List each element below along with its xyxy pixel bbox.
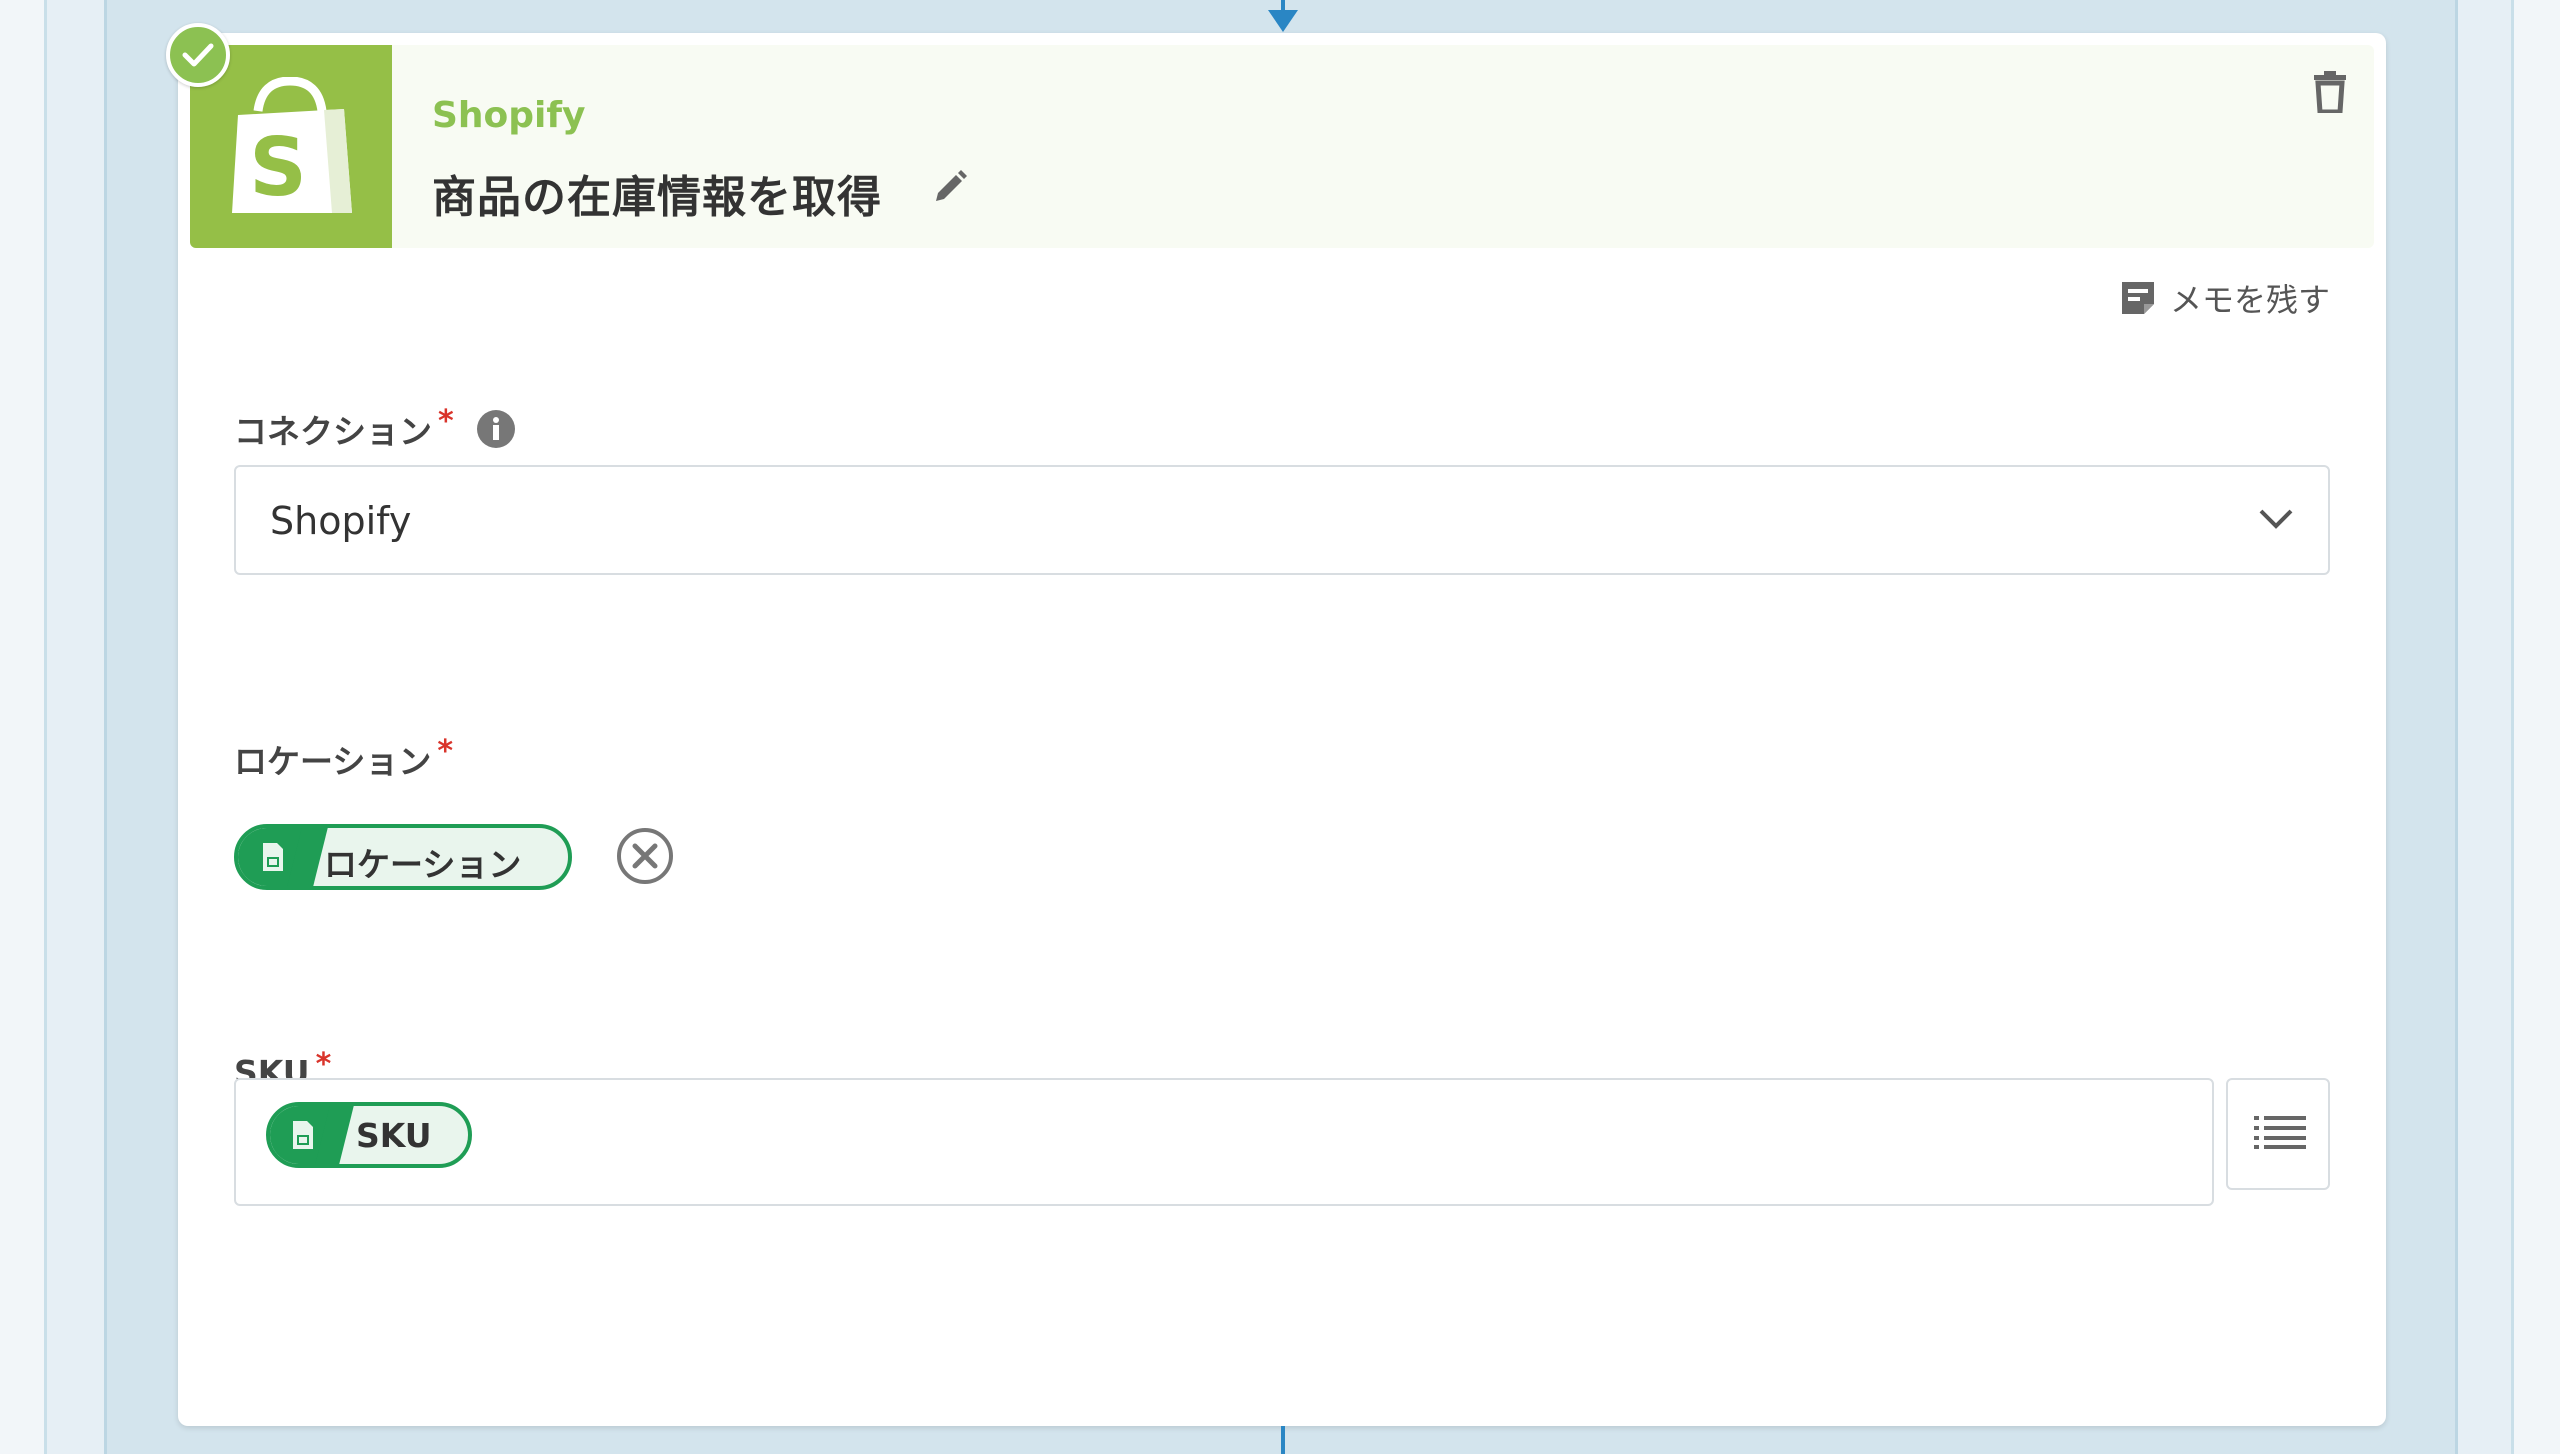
sku-variable-chip[interactable]: SKU	[266, 1102, 472, 1168]
svg-text:S: S	[249, 121, 307, 214]
variable-list-button[interactable]	[2226, 1078, 2330, 1190]
service-name: Shopify	[432, 95, 586, 136]
connection-label: コネクション	[234, 412, 432, 451]
memo-label: メモを残す	[2169, 281, 2330, 319]
location-chip-label: ロケーション	[324, 845, 522, 884]
list-icon	[2254, 1116, 2306, 1149]
spreadsheet-icon	[263, 843, 283, 871]
info-icon[interactable]	[476, 409, 516, 449]
connector-arrow-icon	[1268, 10, 1298, 32]
spreadsheet-icon	[293, 1121, 313, 1149]
location-label-row: ロケーション *	[234, 733, 454, 783]
location-label: ロケーション	[234, 742, 432, 781]
step-card: S Shopify 商品の在庫情報を取得 メモを残す コネクション * Shop…	[166, 23, 2386, 1426]
trash-icon[interactable]	[2313, 71, 2347, 117]
sku-chip-label: SKU	[356, 1116, 432, 1155]
close-circle-icon[interactable]	[616, 827, 674, 885]
chevron-down-icon	[2259, 509, 2293, 529]
step-title: 商品の在庫情報を取得	[432, 172, 882, 223]
step-header: S Shopify 商品の在庫情報を取得	[166, 23, 2374, 248]
required-mark: *	[438, 403, 454, 439]
required-mark: *	[315, 1047, 332, 1082]
connection-label-row: コネクション *	[234, 403, 516, 453]
connection-selected-value: Shopify	[270, 499, 412, 543]
connector-line-bottom	[1281, 1426, 1285, 1454]
connection-select[interactable]: Shopify	[234, 465, 2330, 575]
location-variable-chip[interactable]: ロケーション	[234, 824, 572, 890]
pencil-icon[interactable]	[930, 167, 970, 211]
required-mark: *	[437, 733, 454, 769]
check-icon	[166, 23, 230, 87]
note-icon	[2121, 282, 2154, 314]
sku-input[interactable]: SKU	[234, 1078, 2214, 1206]
leave-memo-button[interactable]: メモを残す	[2118, 273, 2330, 323]
